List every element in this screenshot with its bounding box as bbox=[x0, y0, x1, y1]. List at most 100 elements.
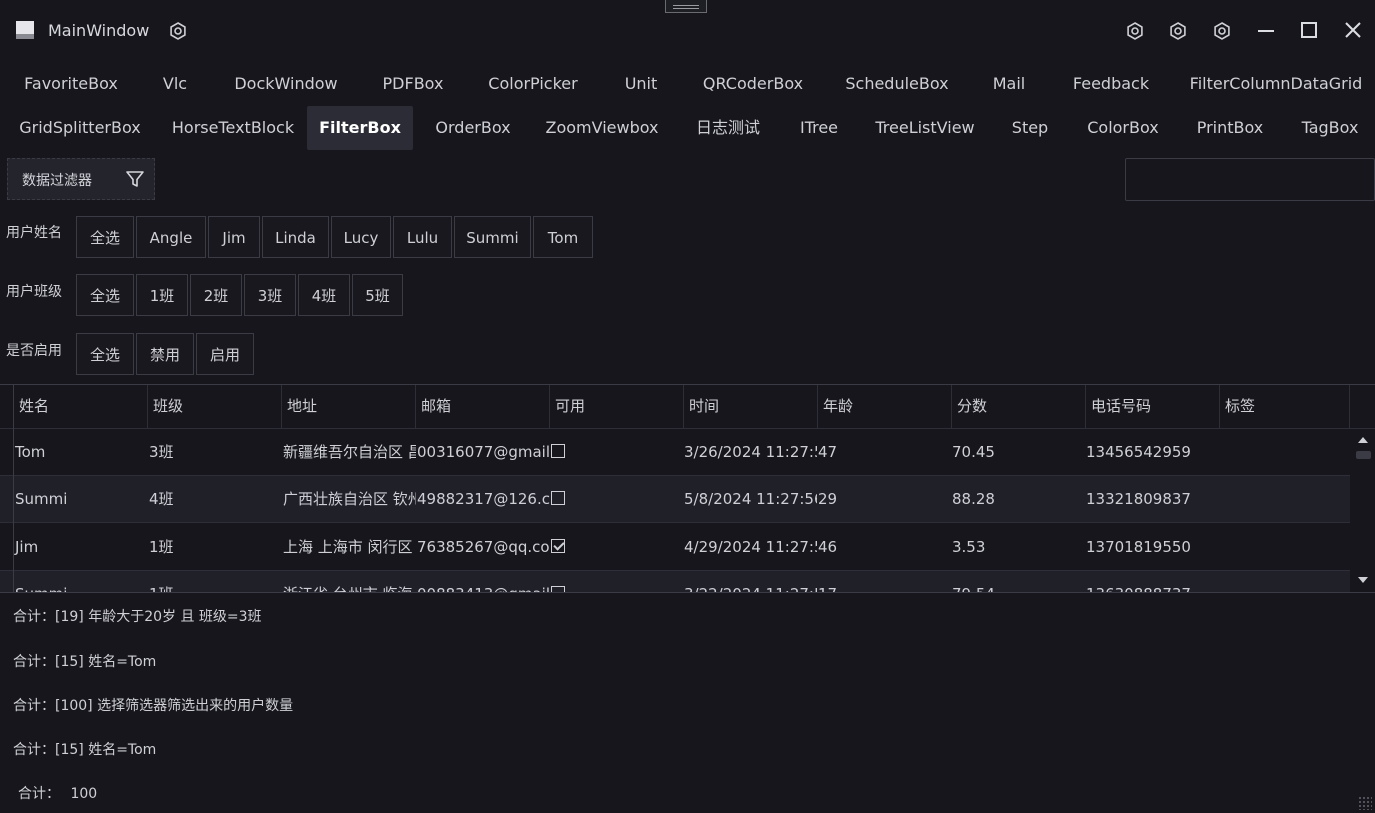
funnel-icon[interactable] bbox=[125, 169, 145, 189]
tab-dockwindow[interactable]: DockWindow bbox=[222, 62, 350, 106]
tab-row-1: FavoriteBox Vlc DockWindow PDFBox ColorP… bbox=[0, 62, 1375, 106]
filter-chip-tom[interactable]: Tom bbox=[533, 216, 593, 258]
cell-enabled-checkbox[interactable] bbox=[551, 444, 565, 458]
tab-pdfbox[interactable]: PDFBox bbox=[368, 62, 458, 106]
cell-address: 广西壮族自治区 钦州 bbox=[283, 490, 416, 508]
tab-treelistview[interactable]: TreeListView bbox=[866, 106, 984, 150]
vertical-scrollbar[interactable] bbox=[1352, 429, 1375, 592]
filter-chip-angle[interactable]: Angle bbox=[136, 216, 206, 258]
tab-colorbox[interactable]: ColorBox bbox=[1076, 106, 1170, 150]
tab-itree[interactable]: ITree bbox=[788, 106, 850, 150]
cell-enabled-checkbox[interactable] bbox=[551, 491, 565, 505]
tab-mail[interactable]: Mail bbox=[978, 62, 1040, 106]
cell-name: Tom bbox=[15, 443, 46, 461]
tab-orderbox[interactable]: OrderBox bbox=[424, 106, 522, 150]
tab-step[interactable]: Step bbox=[1000, 106, 1060, 150]
filter-chip-lucy[interactable]: Lucy bbox=[331, 216, 391, 258]
window-title: MainWindow bbox=[48, 21, 150, 40]
cell-enabled-checkbox[interactable] bbox=[551, 586, 565, 592]
cell-age: 17 bbox=[817, 571, 951, 592]
filter-chip-select-all[interactable]: 全选 bbox=[76, 333, 134, 375]
tab-schedulebox[interactable]: ScheduleBox bbox=[834, 62, 960, 106]
tab-feedback[interactable]: Feedback bbox=[1060, 62, 1162, 106]
column-header-phone[interactable]: 电话号码 bbox=[1086, 385, 1220, 428]
filter-chip-linda[interactable]: Linda bbox=[262, 216, 329, 258]
drag-handle[interactable] bbox=[665, 0, 707, 13]
filter-chip-lulu[interactable]: Lulu bbox=[393, 216, 452, 258]
filter-label-username: 用户姓名 bbox=[6, 225, 62, 241]
maximize-icon[interactable] bbox=[1299, 20, 1319, 40]
column-header-enabled[interactable]: 可用 bbox=[550, 385, 684, 428]
cell-time: 3/22/2024 11:27:5 bbox=[683, 571, 817, 592]
table-row[interactable]: Jim 1班 上海 上海市 闵行区 76385267@qq.cor 4/29/2… bbox=[0, 524, 1350, 571]
summary-line: 合计：[15] 姓名=Tom bbox=[13, 654, 157, 670]
filter-chip-jim[interactable]: Jim bbox=[208, 216, 260, 258]
cell-phone: 13456542959 bbox=[1086, 443, 1191, 461]
cell-age: 47 bbox=[818, 443, 838, 461]
cell-email: 00883413@gmail. bbox=[416, 571, 550, 592]
column-header-email[interactable]: 邮箱 bbox=[416, 385, 550, 428]
summary-line: 合计：[100] 选择筛选器筛选出来的用户数量 bbox=[13, 698, 294, 714]
tab-log-test[interactable]: 日志测试 bbox=[684, 106, 772, 150]
cell-time: 3/26/2024 11:27:5 bbox=[684, 443, 817, 461]
column-header-address[interactable]: 地址 bbox=[282, 385, 416, 428]
filter-chip-class-4[interactable]: 4班 bbox=[298, 274, 350, 316]
gear-icon[interactable] bbox=[1126, 22, 1144, 40]
tab-qrcoderbox[interactable]: QRCoderBox bbox=[690, 62, 816, 106]
gear-icon[interactable] bbox=[1169, 22, 1187, 40]
column-header-tag[interactable]: 标签 bbox=[1220, 385, 1350, 428]
column-header-score[interactable]: 分数 bbox=[952, 385, 1086, 428]
cell-class: 1班 bbox=[148, 571, 282, 592]
filter-chip-class-1[interactable]: 1班 bbox=[136, 274, 188, 316]
cell-tag bbox=[1219, 429, 1349, 476]
total-label: 合计： bbox=[18, 786, 60, 802]
column-header-class[interactable]: 班级 bbox=[148, 385, 282, 428]
filter-chip-enabled[interactable]: 启用 bbox=[196, 333, 254, 375]
tab-gridsplitterbox[interactable]: GridSplitterBox bbox=[12, 106, 148, 150]
column-header-name[interactable]: 姓名 bbox=[14, 385, 148, 428]
gear-icon[interactable] bbox=[1213, 22, 1231, 40]
cell-phone: 13630888737 bbox=[1085, 571, 1219, 592]
table-row[interactable]: Tom 3班 新疆维吾尔自治区 昌 00316077@gmail. 3/26/2… bbox=[0, 429, 1350, 476]
scroll-up-icon[interactable] bbox=[1358, 437, 1368, 443]
tab-colorpicker[interactable]: ColorPicker bbox=[476, 62, 590, 106]
tab-filtercolumndatagrid[interactable]: FilterColumnDataGrid bbox=[1180, 62, 1372, 106]
filter-chip-class-2[interactable]: 2班 bbox=[190, 274, 242, 316]
tab-printbox[interactable]: PrintBox bbox=[1186, 106, 1274, 150]
minimize-icon[interactable] bbox=[1256, 20, 1276, 40]
filter-chip-class-3[interactable]: 3班 bbox=[244, 274, 296, 316]
tab-tagbox[interactable]: TagBox bbox=[1290, 106, 1370, 150]
cell-name: Summi bbox=[15, 490, 68, 508]
tab-favoritebox[interactable]: FavoriteBox bbox=[12, 62, 130, 106]
filter-chip-class-5[interactable]: 5班 bbox=[352, 274, 403, 316]
table-row[interactable]: Summi 4班 广西壮族自治区 钦州 49882317@126.cc 5/8/… bbox=[0, 476, 1350, 523]
table-row[interactable]: Summi 1班 浙江省 台州市 临海 00883413@gmail. 3/22… bbox=[0, 571, 1350, 592]
summary-line: 合计：[15] 姓名=Tom bbox=[13, 742, 157, 758]
tab-row-2: GridSplitterBox HorseTextBlock FilterBox… bbox=[0, 106, 1375, 150]
cell-tag bbox=[1219, 476, 1349, 523]
cell-class: 1班 bbox=[149, 538, 174, 556]
filter-chip-summi[interactable]: Summi bbox=[454, 216, 531, 258]
filter-header[interactable]: 数据过滤器 bbox=[7, 158, 155, 200]
column-header-time[interactable]: 时间 bbox=[684, 385, 818, 428]
cell-enabled-checkbox[interactable] bbox=[551, 539, 565, 553]
tab-unit[interactable]: Unit bbox=[610, 62, 672, 106]
scrollbar-thumb[interactable] bbox=[1356, 451, 1371, 459]
tab-vlc[interactable]: Vlc bbox=[145, 62, 205, 106]
cell-time: 5/8/2024 11:27:56 bbox=[684, 490, 817, 508]
search-input[interactable] bbox=[1125, 158, 1375, 201]
filter-chip-select-all[interactable]: 全选 bbox=[76, 216, 134, 258]
tab-zoomviewbox[interactable]: ZoomViewbox bbox=[536, 106, 668, 150]
tab-filterbox[interactable]: FilterBox bbox=[307, 106, 413, 150]
filter-header-label: 数据过滤器 bbox=[22, 173, 92, 189]
gear-icon[interactable] bbox=[169, 22, 187, 40]
filter-chip-select-all[interactable]: 全选 bbox=[76, 274, 134, 316]
cell-email: 76385267@qq.cor bbox=[417, 538, 550, 556]
cell-class: 4班 bbox=[149, 490, 174, 508]
column-header-age[interactable]: 年龄 bbox=[818, 385, 952, 428]
tab-horsetextblock[interactable]: HorseTextBlock bbox=[164, 106, 302, 150]
resize-grip-icon[interactable] bbox=[1358, 796, 1372, 810]
close-icon[interactable] bbox=[1343, 20, 1363, 40]
scroll-down-icon[interactable] bbox=[1358, 577, 1368, 583]
filter-chip-disabled[interactable]: 禁用 bbox=[136, 333, 194, 375]
